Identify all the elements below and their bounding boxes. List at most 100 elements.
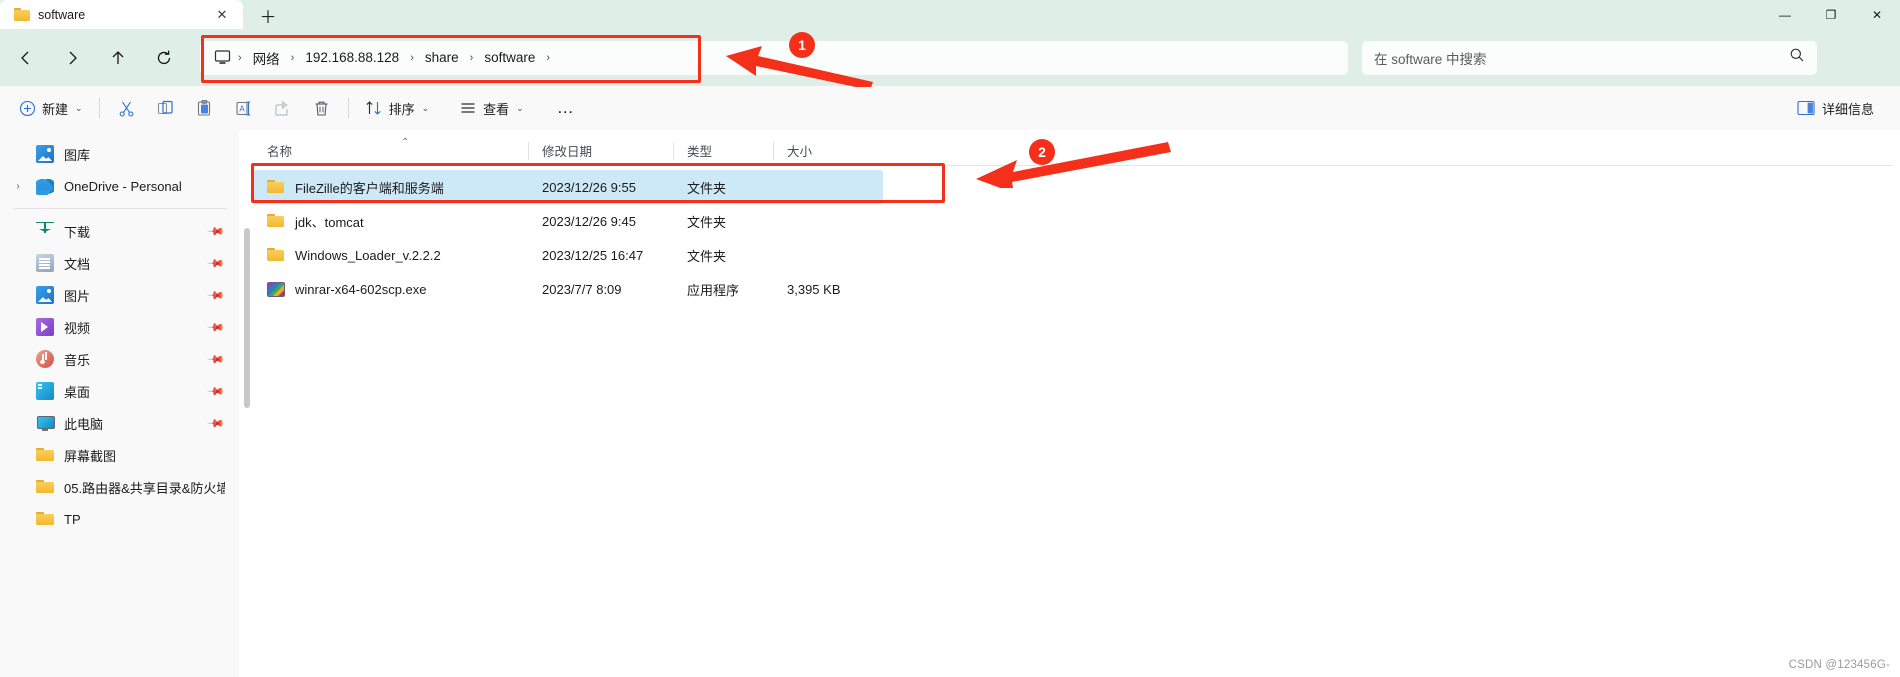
file-name-cell: winrar-x64-602scp.exe: [253, 281, 528, 297]
paste-button[interactable]: [185, 93, 224, 123]
details-pane-label: 详细信息: [1821, 101, 1874, 117]
annotation-badge-1: 1: [789, 32, 815, 58]
tab-software[interactable]: software ✕: [0, 0, 243, 29]
forward-icon[interactable]: [54, 42, 90, 74]
copy-button[interactable]: [146, 93, 185, 123]
table-row[interactable]: Windows_Loader_v.2.2.2 2023/12/25 16:47 …: [253, 238, 1893, 272]
sidebar-item-downloads[interactable]: 下载 📌: [6, 215, 231, 247]
column-header-type[interactable]: 类型: [673, 136, 773, 166]
sidebar-item-pictures[interactable]: 图片 📌: [6, 279, 231, 311]
sidebar-item-label: TP: [64, 511, 81, 527]
music-icon: [36, 350, 54, 368]
breadcrumb-network[interactable]: 网络: [246, 45, 287, 71]
file-modified-cell: 2023/12/26 9:45: [542, 213, 636, 229]
onedrive-icon: [36, 177, 54, 195]
column-header-label: 大小: [787, 145, 813, 159]
folder-icon: [36, 510, 54, 528]
share-button[interactable]: [263, 93, 302, 123]
file-list-pane: 名称 ⌃ 修改日期 类型 大小 FileZille的客户端和服务端 2023/1…: [239, 130, 1900, 677]
details-pane-icon: [1797, 100, 1815, 116]
sidebar-divider: [14, 208, 227, 209]
scrollbar-track[interactable]: [241, 130, 253, 677]
new-button[interactable]: 新建 ⌄: [10, 93, 92, 123]
sidebar-item-label: 视频: [64, 320, 91, 336]
file-name-cell: jdk、tomcat: [253, 212, 528, 231]
sidebar-item-music[interactable]: 音乐 📌: [6, 343, 231, 375]
sidebar-item-label: 文档: [64, 256, 91, 272]
minimize-button[interactable]: —: [1762, 0, 1808, 29]
pin-icon: 📌: [206, 222, 225, 241]
scrollbar-thumb[interactable]: [244, 228, 250, 408]
sidebar-item-label: 此电脑: [64, 416, 104, 432]
file-name-label: winrar-x64-602scp.exe: [295, 281, 427, 297]
search-box[interactable]: 在 software 中搜索: [1362, 40, 1817, 75]
column-header-size[interactable]: 大小: [773, 136, 858, 166]
breadcrumb-host[interactable]: 192.168.88.128: [298, 47, 406, 68]
pin-icon: 📌: [206, 318, 225, 337]
sidebar-item-gallery[interactable]: 图库: [6, 138, 231, 170]
delete-button[interactable]: [302, 93, 341, 123]
back-icon[interactable]: [8, 42, 44, 74]
close-tab-icon[interactable]: ✕: [211, 5, 233, 25]
search-icon[interactable]: [1789, 47, 1805, 68]
column-header-modified[interactable]: 修改日期: [528, 136, 673, 166]
this-pc-icon[interactable]: [210, 48, 234, 68]
folder-icon: [267, 247, 285, 263]
folder-icon: [267, 179, 285, 195]
view-list-icon: [461, 103, 475, 113]
rename-button[interactable]: A: [224, 93, 263, 123]
file-name-label: FileZille的客户端和服务端: [295, 180, 444, 196]
breadcrumb-software[interactable]: software: [477, 47, 542, 68]
pin-icon: 📌: [206, 254, 225, 273]
tab-label: software: [38, 7, 86, 22]
file-explorer-window: software ✕ ＋ — ❐ ✕ › 网络 › 192.168.88.128…: [0, 0, 1900, 677]
sidebar-item-label: 05.路由器&共享目录&防火墙: [64, 480, 225, 496]
view-button[interactable]: 查看 ⌄: [450, 93, 533, 123]
sidebar-item-desktop[interactable]: 桌面 📌: [6, 375, 231, 407]
more-options-button[interactable]: …: [547, 93, 584, 123]
table-row[interactable]: winrar-x64-602scp.exe 2023/7/7 8:09 应用程序…: [253, 272, 1893, 306]
plus-circle-icon: [19, 100, 36, 116]
sidebar-item-label: 下载: [64, 224, 91, 240]
view-button-label: 查看: [483, 101, 510, 117]
close-window-button[interactable]: ✕: [1854, 0, 1900, 29]
desktop-icon: [36, 382, 54, 400]
download-icon: [36, 222, 54, 240]
this-pc-icon: [36, 414, 55, 432]
up-icon[interactable]: [100, 42, 136, 74]
address-bar[interactable]: › 网络 › 192.168.88.128 › share › software…: [200, 40, 1348, 75]
paste-icon: [197, 99, 210, 116]
file-type-cell: 文件夹: [687, 248, 727, 264]
scissors-icon: [119, 101, 133, 117]
search-input[interactable]: 在 software 中搜索: [1374, 48, 1789, 68]
refresh-icon[interactable]: [146, 42, 182, 74]
trash-icon: [315, 101, 328, 116]
file-name-cell: Windows_Loader_v.2.2.2: [253, 247, 528, 263]
gallery-icon: [36, 145, 54, 163]
breadcrumb-separator: ›: [238, 51, 242, 64]
sidebar-item-tp[interactable]: TP: [6, 503, 231, 535]
sidebar-item-onedrive[interactable]: › OneDrive - Personal: [6, 170, 231, 202]
share-icon: [274, 100, 288, 116]
sidebar-item-documents[interactable]: 文档 📌: [6, 247, 231, 279]
content-area: 图库 › OneDrive - Personal 下载 📌 文档 📌 图片 📌 …: [0, 130, 1900, 677]
maximize-button[interactable]: ❐: [1808, 0, 1854, 29]
sidebar-item-screenshots[interactable]: 屏幕截图: [6, 439, 231, 471]
cut-button[interactable]: [107, 93, 146, 123]
chevron-right-icon[interactable]: ›: [10, 181, 26, 192]
new-tab-button[interactable]: ＋: [251, 3, 285, 27]
sidebar-item-routers[interactable]: 05.路由器&共享目录&防火墙: [6, 471, 231, 503]
navigation-pane: 图库 › OneDrive - Personal 下载 📌 文档 📌 图片 📌 …: [0, 130, 239, 677]
details-pane-button[interactable]: 详细信息: [1785, 93, 1886, 123]
table-row[interactable]: FileZille的客户端和服务端 2023/12/26 9:55 文件夹: [253, 170, 883, 204]
sort-button[interactable]: 排序 ⌄: [356, 93, 439, 123]
sidebar-item-videos[interactable]: 视频 📌: [6, 311, 231, 343]
breadcrumb-separator: ›: [290, 51, 295, 64]
breadcrumb-separator: ›: [410, 51, 414, 64]
sidebar-item-label: 桌面: [64, 384, 91, 400]
breadcrumb-share[interactable]: share: [418, 47, 466, 68]
documents-icon: [36, 254, 54, 272]
sidebar-item-this-pc[interactable]: 此电脑 📌: [6, 407, 231, 439]
table-row[interactable]: jdk、tomcat 2023/12/26 9:45 文件夹: [253, 204, 1893, 238]
column-header-name[interactable]: 名称 ⌃: [253, 136, 528, 166]
